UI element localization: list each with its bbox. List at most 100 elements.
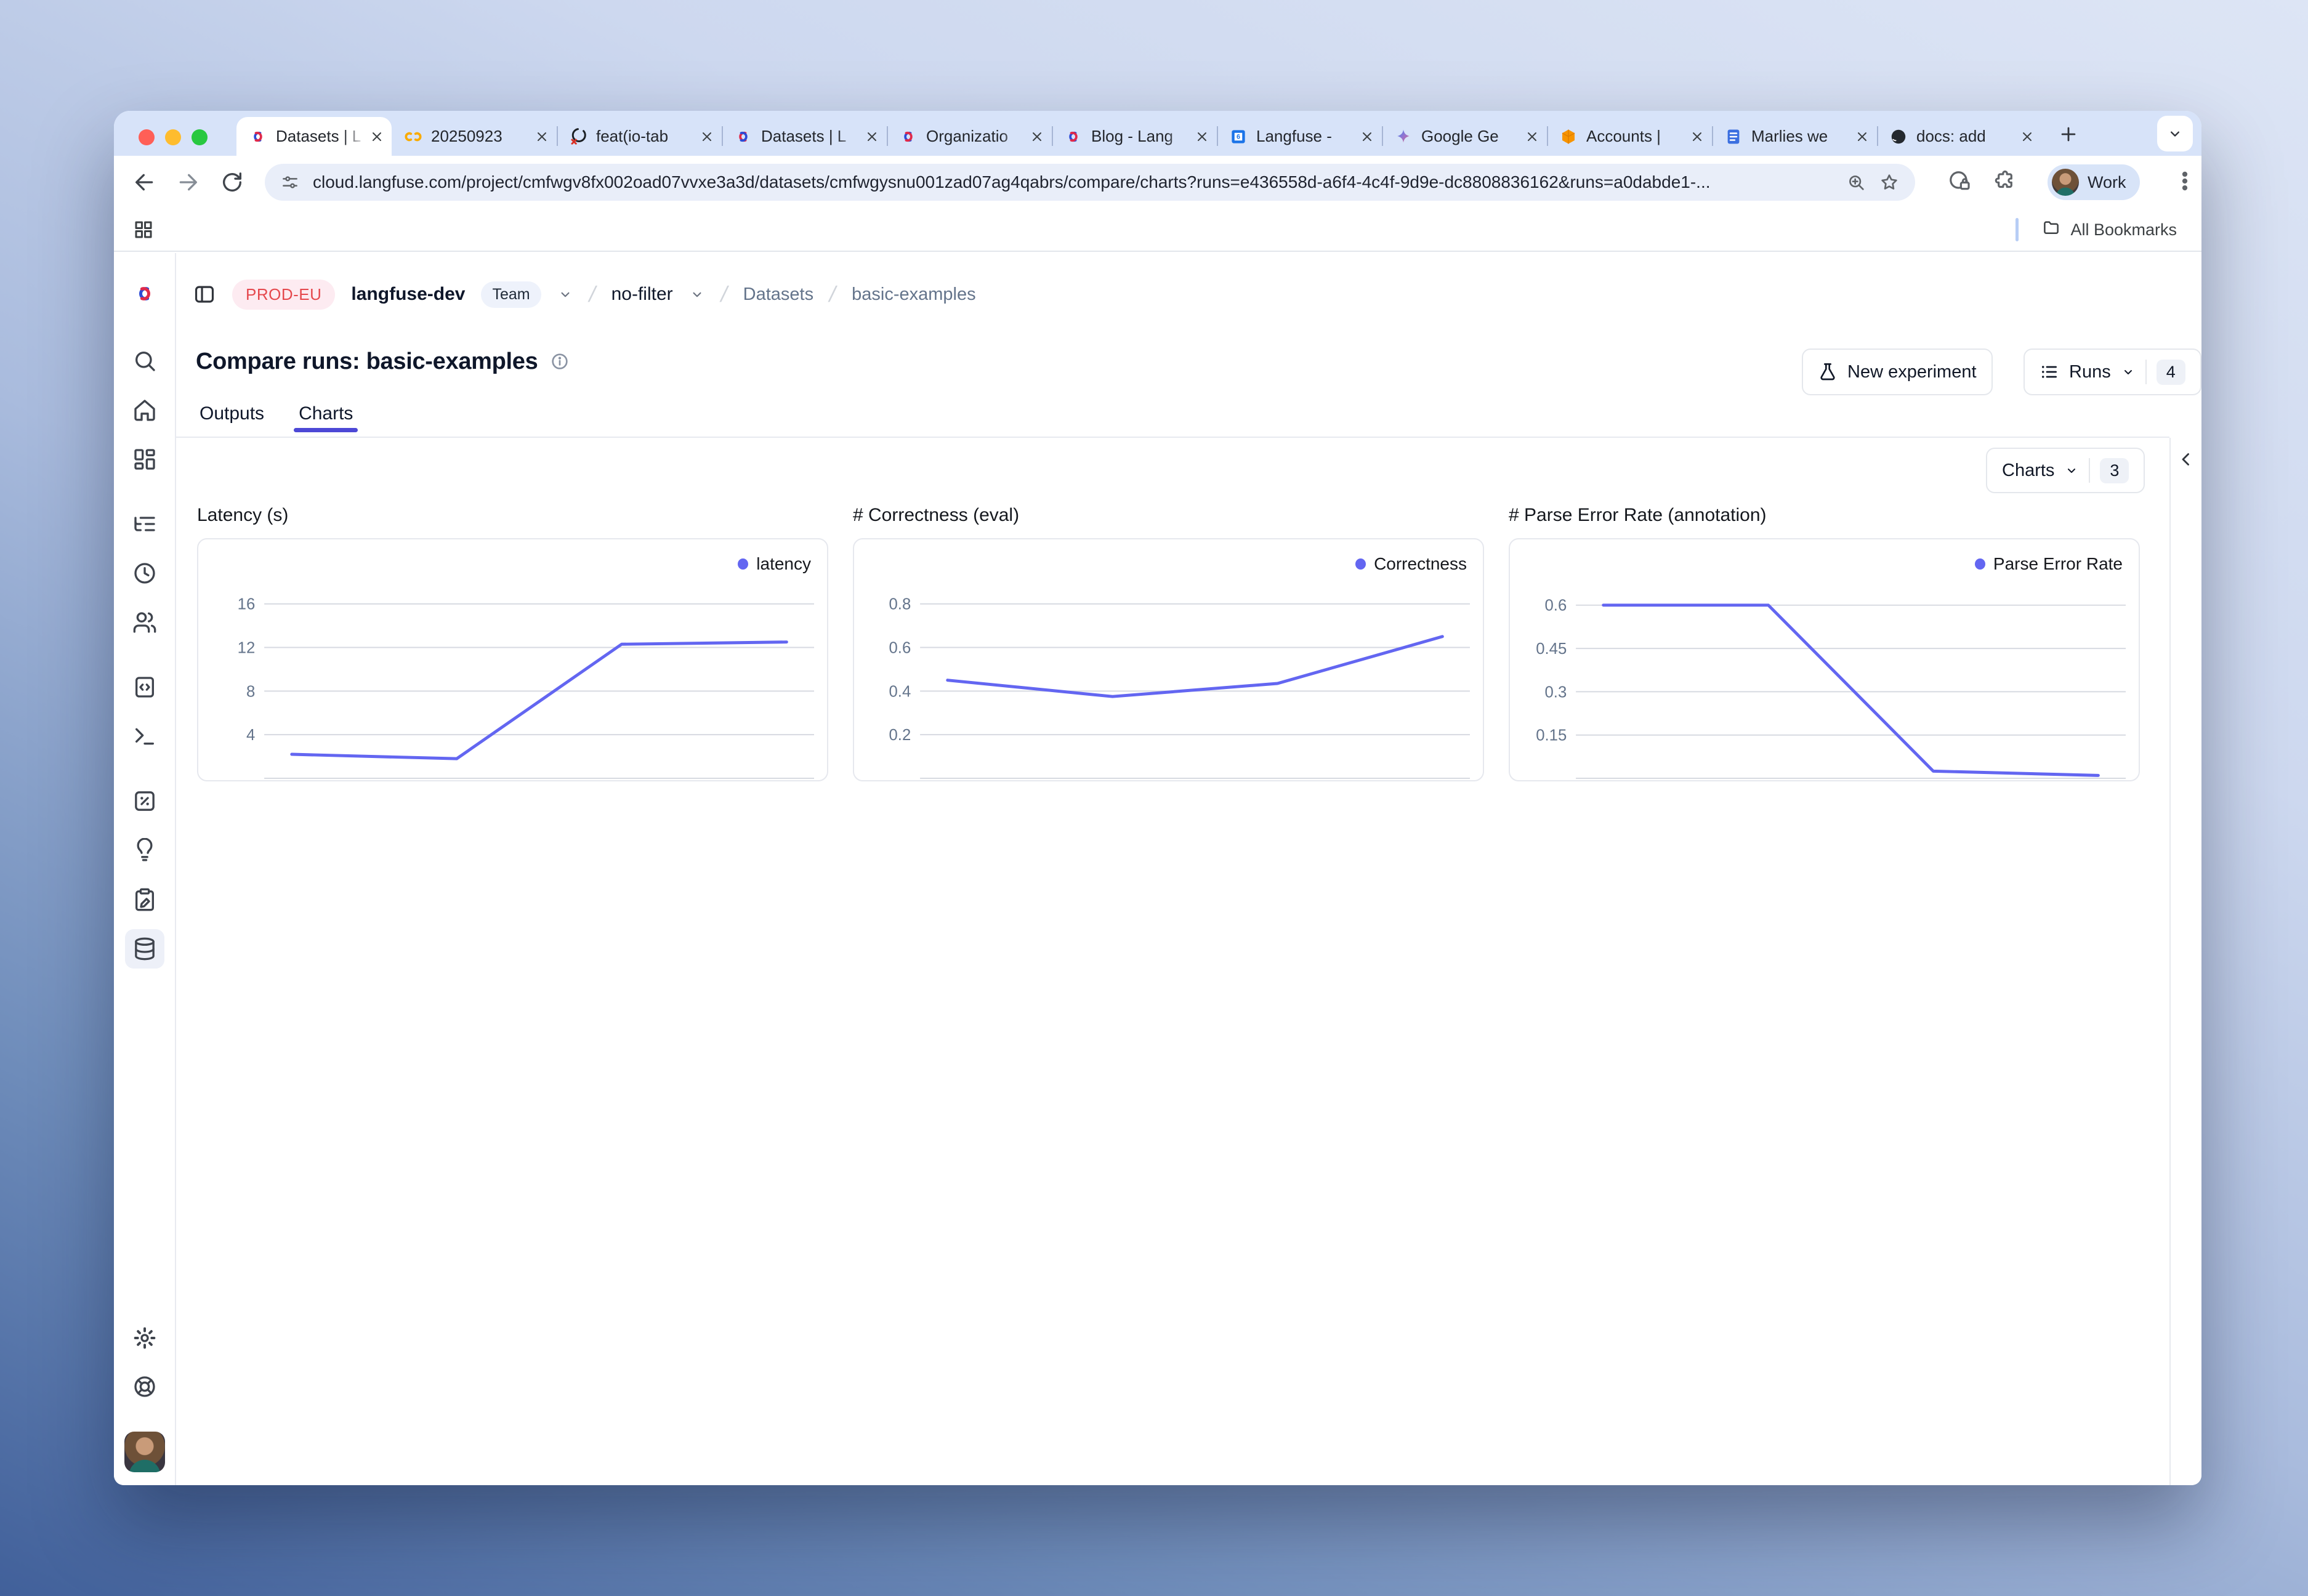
langfuse2-favicon bbox=[734, 127, 753, 146]
langfuse-logo-icon[interactable] bbox=[132, 281, 157, 306]
sidebar-item-terminal[interactable] bbox=[125, 717, 164, 756]
svg-text:4: 4 bbox=[246, 727, 255, 744]
tab-title: Organizatio bbox=[926, 127, 1026, 146]
tab-close-icon[interactable] bbox=[1690, 129, 1705, 144]
sidebar-item-home[interactable] bbox=[125, 390, 164, 430]
tab-close-icon[interactable] bbox=[2020, 129, 2035, 144]
app-sidebar bbox=[114, 253, 176, 1485]
charts-row: Latency (s)481216latency# Correctness (e… bbox=[197, 502, 2140, 781]
tab-close-icon[interactable] bbox=[535, 129, 549, 144]
chevron-down-icon[interactable] bbox=[689, 286, 705, 302]
chart-title: # Parse Error Rate (annotation) bbox=[1509, 502, 2140, 528]
lifebuoy-icon bbox=[132, 1374, 157, 1399]
tabs-divider bbox=[176, 437, 2169, 438]
sidebar-toggle-icon[interactable] bbox=[193, 283, 216, 306]
sidebar-item-percent[interactable] bbox=[125, 781, 164, 821]
reload-icon[interactable] bbox=[220, 170, 244, 195]
bookmark-star-icon[interactable] bbox=[1879, 172, 1899, 192]
user-avatar[interactable] bbox=[124, 1432, 165, 1472]
browser-tab[interactable]: Blog - Lang bbox=[1052, 117, 1217, 156]
tab-close-icon[interactable] bbox=[1855, 129, 1870, 144]
charts-selector-button[interactable]: Charts 3 bbox=[1986, 448, 2145, 493]
site-settings-icon[interactable] bbox=[281, 173, 299, 191]
browser-tab[interactable]: 20250923 bbox=[392, 117, 557, 156]
bookmarks-divider bbox=[2015, 218, 2019, 241]
tab-title: Marlies we bbox=[1751, 127, 1851, 146]
tracing-icon bbox=[132, 512, 157, 536]
extensions-puzzle-icon[interactable] bbox=[1993, 169, 2017, 196]
button-divider bbox=[2145, 360, 2147, 384]
sidebar-item-users[interactable] bbox=[125, 603, 164, 642]
tab-close-icon[interactable] bbox=[1525, 129, 1539, 144]
sidebar-item-file-code[interactable] bbox=[125, 667, 164, 707]
line-chart: 481216 bbox=[198, 539, 827, 780]
url-text[interactable]: cloud.langfuse.com/project/cmfwgv8fx002o… bbox=[313, 172, 1833, 192]
sidebar-item-database[interactable] bbox=[125, 929, 164, 969]
new-experiment-button[interactable]: New experiment bbox=[1802, 349, 1993, 395]
environment-badge[interactable]: PROD-EU bbox=[232, 280, 335, 310]
sidebar-item-tracing[interactable] bbox=[125, 504, 164, 544]
browser-tab[interactable]: Accounts | bbox=[1547, 117, 1712, 156]
notelist-favicon bbox=[1724, 127, 1743, 146]
tab-close-icon[interactable] bbox=[369, 129, 384, 144]
forward-icon[interactable] bbox=[176, 170, 200, 195]
org-name[interactable]: langfuse-dev bbox=[351, 284, 465, 305]
browser-profile-chip[interactable]: Work bbox=[2048, 164, 2140, 200]
zoom-icon[interactable] bbox=[1846, 172, 1866, 192]
address-bar[interactable]: cloud.langfuse.com/project/cmfwgv8fx002o… bbox=[265, 164, 1915, 201]
tab-close-icon[interactable] bbox=[865, 129, 879, 144]
github-favicon bbox=[1889, 127, 1908, 146]
close-window-button[interactable] bbox=[139, 129, 155, 145]
sidebar-item-clock[interactable] bbox=[125, 554, 164, 593]
browser-tab[interactable]: Google Ge bbox=[1382, 117, 1547, 156]
tab-close-icon[interactable] bbox=[700, 129, 714, 144]
chevron-down-icon[interactable] bbox=[557, 286, 573, 302]
svg-text:0.4: 0.4 bbox=[889, 683, 911, 700]
browser-menu-kebab-icon[interactable] bbox=[2173, 169, 2197, 196]
svg-text:0.6: 0.6 bbox=[889, 639, 911, 656]
all-bookmarks[interactable]: All Bookmarks bbox=[2015, 209, 2177, 251]
chart-block: # Parse Error Rate (annotation) 0.150.30.… bbox=[1509, 502, 2140, 781]
browser-tab[interactable]: 6Langfuse - bbox=[1217, 117, 1382, 156]
apps-grid-icon[interactable] bbox=[132, 219, 155, 244]
minimize-window-button[interactable] bbox=[165, 129, 181, 145]
browser-tab[interactable]: Datasets | L bbox=[722, 117, 887, 156]
browser-tab[interactable]: feat(io-tab bbox=[557, 117, 722, 156]
breadcrumb-separator: / bbox=[827, 281, 839, 307]
privacy-icon[interactable] bbox=[1948, 169, 1971, 196]
sidebar-item-search[interactable] bbox=[125, 341, 164, 381]
all-bookmarks-label: All Bookmarks bbox=[2070, 220, 2177, 240]
browser-tab[interactable]: Organizatio bbox=[887, 117, 1052, 156]
tab-close-icon[interactable] bbox=[1030, 129, 1044, 144]
tab-close-icon[interactable] bbox=[1195, 129, 1209, 144]
tab-outputs[interactable]: Outputs bbox=[200, 400, 264, 432]
back-icon[interactable] bbox=[132, 170, 157, 195]
sidebar-item-clipboard[interactable] bbox=[125, 880, 164, 919]
tab-charts[interactable]: Charts bbox=[299, 400, 353, 432]
breadcrumb-separator: / bbox=[718, 281, 730, 307]
tab-title: Blog - Lang bbox=[1091, 127, 1191, 146]
breadcrumb-datasets[interactable]: Datasets bbox=[743, 284, 813, 305]
info-icon[interactable] bbox=[550, 352, 570, 371]
sidebar-item-bulb[interactable] bbox=[125, 831, 164, 870]
tab-title: Langfuse - bbox=[1256, 127, 1356, 146]
browser-tab[interactable]: docs: add bbox=[1877, 117, 2042, 156]
sidebar-item-lifebuoy[interactable] bbox=[125, 1367, 164, 1406]
tab-close-icon[interactable] bbox=[1360, 129, 1374, 144]
project-name[interactable]: no-filter bbox=[611, 284, 673, 305]
browser-tab[interactable]: Marlies we bbox=[1712, 117, 1877, 156]
sidebar-item-gear[interactable] bbox=[125, 1318, 164, 1358]
maximize-window-button[interactable] bbox=[192, 129, 208, 145]
chart-legend: Parse Error Rate bbox=[1975, 554, 2123, 574]
browser-tab[interactable]: Datasets | L bbox=[236, 117, 392, 156]
sidebar-item-dashboard[interactable] bbox=[125, 440, 164, 479]
runs-selector-button[interactable]: Runs 4 bbox=[2024, 349, 2201, 395]
tab-search-chevron[interactable] bbox=[2157, 116, 2193, 151]
line-chart: 0.150.30.450.6 bbox=[1510, 539, 2139, 780]
clipboard-icon bbox=[132, 887, 157, 912]
collapse-panel-chevron-icon[interactable] bbox=[2176, 449, 2197, 473]
langfuse-favicon bbox=[899, 127, 918, 146]
new-tab-button[interactable] bbox=[2055, 121, 2082, 148]
breadcrumb-dataset-name[interactable]: basic-examples bbox=[852, 284, 975, 305]
window-controls[interactable] bbox=[139, 129, 208, 145]
